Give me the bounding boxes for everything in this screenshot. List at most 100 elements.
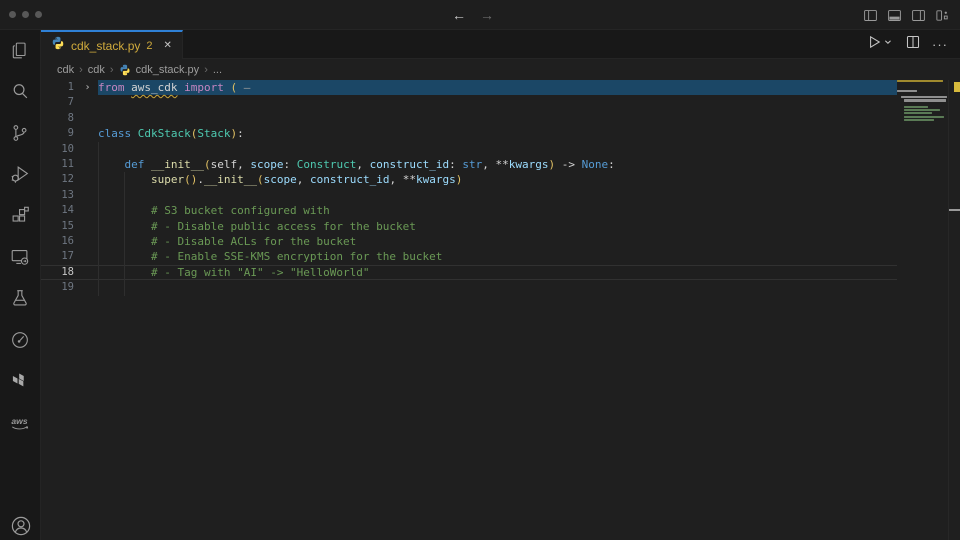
minimap-line (897, 93, 948, 95)
code-line[interactable]: 14 # S3 bucket configured with (41, 203, 897, 218)
window-controls[interactable] (9, 11, 42, 18)
navigate-forward-icon[interactable]: → (480, 8, 494, 22)
indent-guide (124, 203, 125, 218)
code-line[interactable]: 15 # - Disable public access for the buc… (41, 219, 897, 234)
breadcrumb-item[interactable]: cdk (57, 64, 74, 76)
tab-close-icon[interactable]: ✕ (164, 40, 172, 51)
indent-guide (124, 280, 125, 295)
code-text: # - Disable ACLs for the bucket (98, 234, 897, 249)
indent-guide (124, 188, 125, 203)
indent-guide (124, 249, 125, 264)
window-button-icon[interactable] (22, 11, 29, 18)
code-text (98, 95, 897, 110)
minimap-line (897, 103, 948, 105)
terraform-icon[interactable] (8, 369, 32, 393)
fold-gutter (77, 280, 98, 295)
window-button-icon[interactable] (9, 11, 16, 18)
code-line[interactable]: 7 (41, 95, 897, 110)
breadcrumb-item[interactable]: ... (213, 64, 222, 76)
fold-gutter (77, 249, 98, 264)
tab-cdk-stack-py[interactable]: cdk_stack.py 2 ✕ (41, 30, 183, 59)
code-text (98, 188, 897, 203)
line-number: 7 (41, 95, 77, 110)
code-line[interactable]: 9class CdkStack(Stack): (41, 126, 897, 141)
window-button-icon[interactable] (35, 11, 42, 18)
code-line[interactable]: 18 # - Tag with "AI" -> "HelloWorld" (41, 265, 897, 280)
minimap-line (904, 116, 944, 118)
toggle-primary-sidebar-icon[interactable] (863, 8, 878, 23)
code-text: def __init__(self, scope: Construct, con… (98, 157, 897, 172)
tab-warning-badge: 2 (146, 40, 152, 52)
fold-gutter (77, 234, 98, 249)
code-text: from aws_cdk import ( — (98, 80, 897, 95)
line-number: 1 (41, 80, 77, 95)
minimap-line (904, 106, 928, 108)
indent-guide (98, 188, 99, 203)
navigate-back-icon[interactable]: ← (452, 8, 466, 22)
fold-gutter (77, 188, 98, 203)
breadcrumb: cdk › cdk › cdk_stack.py › ... (41, 59, 960, 80)
indent-guide (98, 280, 99, 295)
code-line[interactable]: 1›from aws_cdk import ( — (41, 80, 897, 95)
fold-gutter (77, 219, 98, 234)
indent-guide (98, 142, 99, 157)
aws-icon[interactable]: aws (8, 411, 32, 435)
cursor-position-marker (949, 209, 960, 211)
code-line[interactable]: 17 # - Enable SSE-KMS encryption for the… (41, 249, 897, 264)
fold-chevron-icon[interactable]: › (77, 80, 98, 95)
indent-guide (124, 234, 125, 249)
activity-bar: aws (0, 30, 41, 540)
search-icon[interactable] (8, 79, 32, 103)
line-number: 17 (41, 249, 77, 264)
fold-gutter (77, 203, 98, 218)
remote-explorer-icon[interactable] (8, 245, 32, 269)
indent-guide (124, 265, 125, 280)
testing-beaker-icon[interactable] (8, 286, 32, 310)
fold-gutter (77, 111, 98, 126)
code-line[interactable]: 10 (41, 142, 897, 157)
code-line[interactable]: 19 (41, 280, 897, 295)
overview-ruler[interactable] (948, 80, 960, 540)
fold-gutter (77, 265, 98, 280)
extensions-icon[interactable] (8, 204, 32, 228)
code-text: # S3 bucket configured with (98, 203, 897, 218)
explorer-icon[interactable] (8, 38, 32, 62)
warning-marker (954, 82, 960, 92)
line-number: 12 (41, 172, 77, 187)
code-line[interactable]: 12 super().__init__(scope, construct_id,… (41, 172, 897, 187)
indent-guide (98, 249, 99, 264)
code-line[interactable]: 11 def __init__(self, scope: Construct, … (41, 157, 897, 172)
code-line[interactable]: 16 # - Disable ACLs for the bucket (41, 234, 897, 249)
line-number: 15 (41, 219, 77, 234)
code-text: # - Tag with "AI" -> "HelloWorld" (98, 265, 897, 280)
minimap-line (904, 112, 932, 114)
customize-layout-icon[interactable] (935, 8, 950, 23)
more-actions-icon[interactable]: ··· (932, 38, 948, 51)
split-editor-icon[interactable] (906, 35, 920, 54)
code-text: # - Disable public access for the bucket (98, 219, 897, 234)
code-line[interactable]: 8 (41, 111, 897, 126)
code-text: super().__init__(scope, construct_id, **… (98, 172, 897, 187)
toggle-panel-icon[interactable] (887, 8, 902, 23)
indent-guide (98, 157, 99, 172)
source-control-icon[interactable] (8, 121, 32, 145)
fold-gutter (77, 142, 98, 157)
accounts-icon[interactable] (9, 514, 33, 538)
breadcrumb-item[interactable]: cdk_stack.py (136, 64, 200, 76)
python-file-icon (119, 64, 131, 76)
code-editor[interactable]: 1›from aws_cdk import ( —789class CdkSta… (41, 80, 897, 296)
breadcrumb-item[interactable]: cdk (88, 64, 105, 76)
run-python-file-icon[interactable] (868, 35, 894, 54)
code-line[interactable]: 13 (41, 188, 897, 203)
line-number: 13 (41, 188, 77, 203)
chevron-right-icon: › (110, 64, 114, 76)
minimap-line (904, 109, 940, 111)
code-tool-icon[interactable] (8, 328, 32, 352)
run-and-debug-icon[interactable] (8, 162, 32, 186)
minimap[interactable] (897, 80, 948, 125)
indent-guide (98, 219, 99, 234)
chevron-right-icon: › (79, 64, 83, 76)
indent-guide (98, 265, 99, 280)
toggle-secondary-sidebar-icon[interactable] (911, 8, 926, 23)
line-number: 8 (41, 111, 77, 126)
